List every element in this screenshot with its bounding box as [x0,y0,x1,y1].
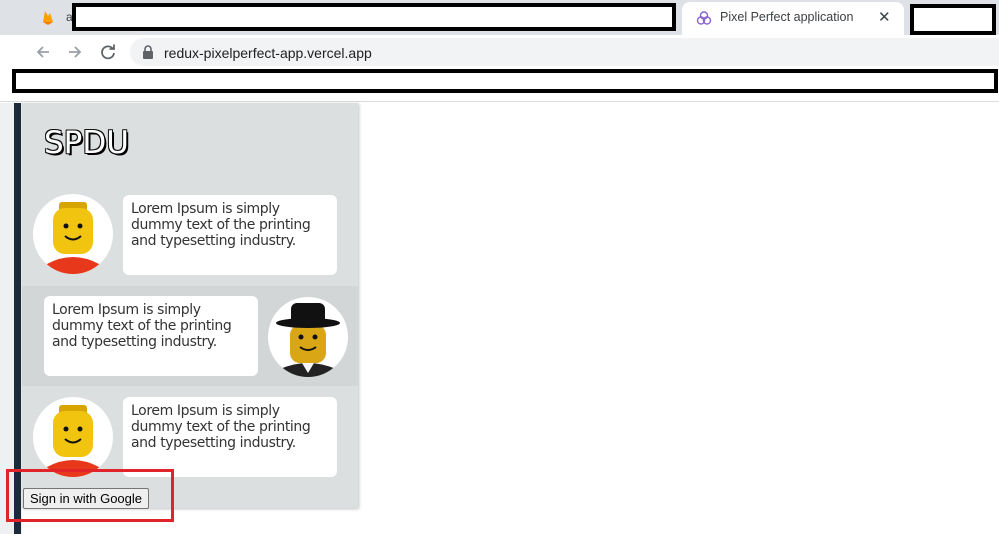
lego-avatar-icon [33,194,113,274]
message-row: Lorem Ipsum is simply dummy text of the … [22,286,358,386]
redacted-tab-area [72,3,676,31]
lock-icon [143,45,153,59]
brand-title: SPDU [44,125,129,161]
chat-panel: SPDU Lorem Ipsum is simply dummy text of… [22,103,358,508]
redacted-bookmarks [12,69,998,93]
lego-avatar-icon [33,397,113,477]
address-bar[interactable]: redux-pixelperfect-app.vercel.app [130,38,999,66]
reload-icon[interactable] [97,41,119,63]
message-row: Lorem Ipsum is simply dummy text of the … [22,189,358,289]
firebase-icon [43,11,53,25]
bookmarks-bar [0,69,999,102]
redacted-window-controls [910,4,996,35]
close-tab-icon[interactable]: ✕ [878,8,891,26]
tab-title: Pixel Perfect application [720,10,854,24]
forward-arrow-icon[interactable] [64,41,86,63]
page-content: SPDU Lorem Ipsum is simply dummy text of… [0,103,999,534]
browser-toolbar: redux-pixelperfect-app.vercel.app [0,35,999,69]
tab-active[interactable]: Pixel Perfect application ✕ [682,2,904,35]
browser-tab-strip: a Pixel Perfect application ✕ [0,0,999,35]
url-text: redux-pixelperfect-app.vercel.app [164,45,372,61]
lego-hat-avatar-icon [268,297,348,377]
back-arrow-icon[interactable] [32,41,54,63]
message-bubble: Lorem Ipsum is simply dummy text of the … [123,397,337,477]
message-bubble: Lorem Ipsum is simply dummy text of the … [123,195,337,275]
app-icon [696,11,712,25]
highlight-box [6,469,174,522]
message-bubble: Lorem Ipsum is simply dummy text of the … [44,296,258,376]
